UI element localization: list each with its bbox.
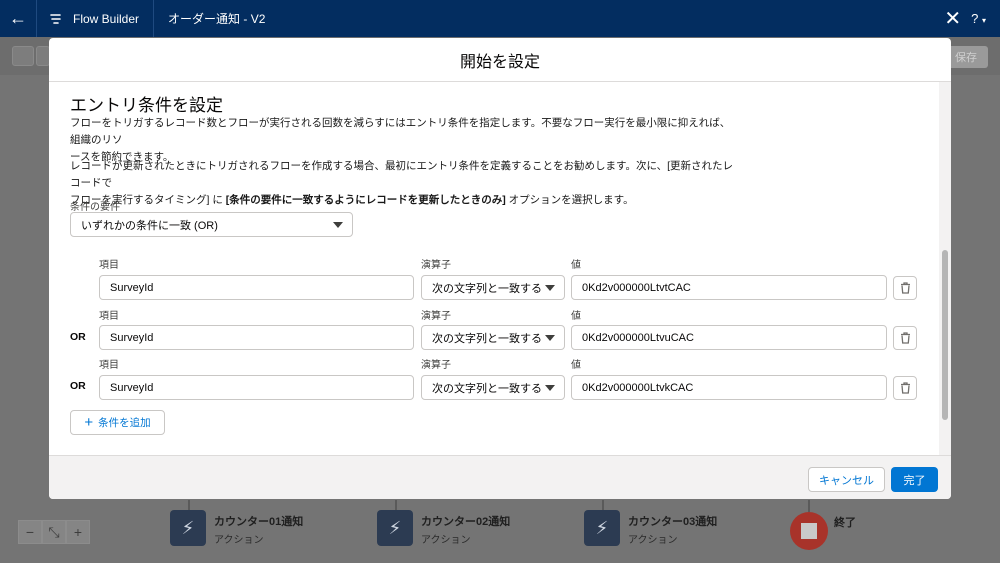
node-type: アクション <box>628 535 678 546</box>
scrollbar[interactable] <box>942 250 948 420</box>
operator-label: 演算子 <box>421 360 451 371</box>
or-connector-label: OR <box>70 331 86 343</box>
node-name: カウンター02通知 <box>421 516 511 528</box>
or-connector-label: OR <box>70 380 86 392</box>
value-label: 値 <box>571 260 581 271</box>
field-input[interactable]: SurveyId <box>99 325 414 350</box>
modal-content: エントリ条件を設定 フローをトリガするレコード数とフローが実行される回数を減らす… <box>49 82 939 455</box>
field-label: 項目 <box>99 311 119 322</box>
lightning-icon: ⚡︎ <box>170 510 206 546</box>
delete-condition-button[interactable] <box>893 276 917 300</box>
operator-label: 演算子 <box>421 311 451 322</box>
value-label: 値 <box>571 360 581 371</box>
caret-down-icon <box>545 385 555 391</box>
modal-footer: キャンセル 完了 <box>49 455 951 499</box>
close-icon[interactable]: ✕ <box>944 9 961 29</box>
flow-title: オーダー通知 - V2 <box>168 12 266 26</box>
plus-icon: + <box>84 414 94 431</box>
node-type: アクション <box>214 535 264 546</box>
node-type: アクション <box>421 535 471 546</box>
fit-view-button[interactable]: ⤡ <box>42 520 66 544</box>
field-label: 項目 <box>99 360 119 371</box>
delete-condition-button[interactable] <box>893 326 917 350</box>
flow-node[interactable]: ⚡︎ カウンター02通知 アクション <box>377 510 510 546</box>
add-condition-button[interactable]: + 条件を追加 <box>70 410 165 435</box>
connector-line <box>808 500 810 512</box>
end-node[interactable]: 終了 <box>790 512 856 550</box>
trash-icon <box>900 282 910 294</box>
end-label: 終了 <box>834 517 856 529</box>
field-input[interactable]: SurveyId <box>99 275 414 300</box>
value-label: 値 <box>571 311 581 322</box>
requirement-label: 条件の要件 <box>70 202 120 213</box>
toggle-panel-button[interactable] <box>12 46 34 66</box>
value-input[interactable]: 0Kd2v000000LtvtCAC <box>571 275 887 300</box>
help-icon[interactable]: ? ▾ <box>971 11 986 26</box>
operator-label: 演算子 <box>421 260 451 271</box>
node-name: カウンター01通知 <box>214 516 304 528</box>
stop-icon <box>790 512 828 550</box>
requirement-select[interactable]: いずれかの条件に一致 (OR) <box>70 212 353 237</box>
field-label: 項目 <box>99 260 119 271</box>
caret-down-icon <box>545 335 555 341</box>
cancel-button[interactable]: キャンセル <box>808 467 885 492</box>
value-input[interactable]: 0Kd2v000000LtvkCAC <box>571 375 887 400</box>
section-title: エントリ条件を設定 <box>70 96 223 115</box>
trash-icon <box>900 332 910 344</box>
flow-icon <box>50 13 61 24</box>
trash-icon <box>900 382 910 394</box>
flow-node[interactable]: ⚡︎ カウンター01通知 アクション <box>170 510 303 546</box>
operator-select[interactable]: 次の文字列と一致する <box>421 375 565 400</box>
description-paragraph: レコードが更新されたときにトリガされるフローを作成する場合、最初にエントリ条件を… <box>70 160 734 206</box>
back-arrow-icon[interactable]: ← <box>0 0 36 37</box>
delete-condition-button[interactable] <box>893 376 917 400</box>
done-button[interactable]: 完了 <box>891 467 938 492</box>
caret-down-icon <box>545 285 555 291</box>
modal-title: 開始を設定 <box>49 38 951 82</box>
field-input[interactable]: SurveyId <box>99 375 414 400</box>
node-name: カウンター03通知 <box>628 516 718 528</box>
zoom-out-button[interactable]: − <box>18 520 42 544</box>
zoom-controls: − ⤡ + <box>18 520 90 544</box>
start-config-modal: 開始を設定 エントリ条件を設定 フローをトリガするレコード数とフローが実行される… <box>49 38 951 499</box>
lightning-icon: ⚡︎ <box>377 510 413 546</box>
flow-node[interactable]: ⚡︎ カウンター03通知 アクション <box>584 510 717 546</box>
modal-body: エントリ条件を設定 フローをトリガするレコード数とフローが実行される回数を減らす… <box>49 82 951 455</box>
operator-select[interactable]: 次の文字列と一致する <box>421 275 565 300</box>
toolbar-button[interactable] <box>36 46 50 66</box>
zoom-in-button[interactable]: + <box>66 520 90 544</box>
app-name: Flow Builder <box>37 0 153 37</box>
lightning-icon: ⚡︎ <box>584 510 620 546</box>
operator-select[interactable]: 次の文字列と一致する <box>421 325 565 350</box>
caret-down-icon <box>333 222 343 228</box>
value-input[interactable]: 0Kd2v000000LtvuCAC <box>571 325 887 350</box>
top-bar: ← Flow Builder オーダー通知 - V2 ✕ ? ▾ <box>0 0 1000 37</box>
app-name-label: Flow Builder <box>73 11 140 26</box>
